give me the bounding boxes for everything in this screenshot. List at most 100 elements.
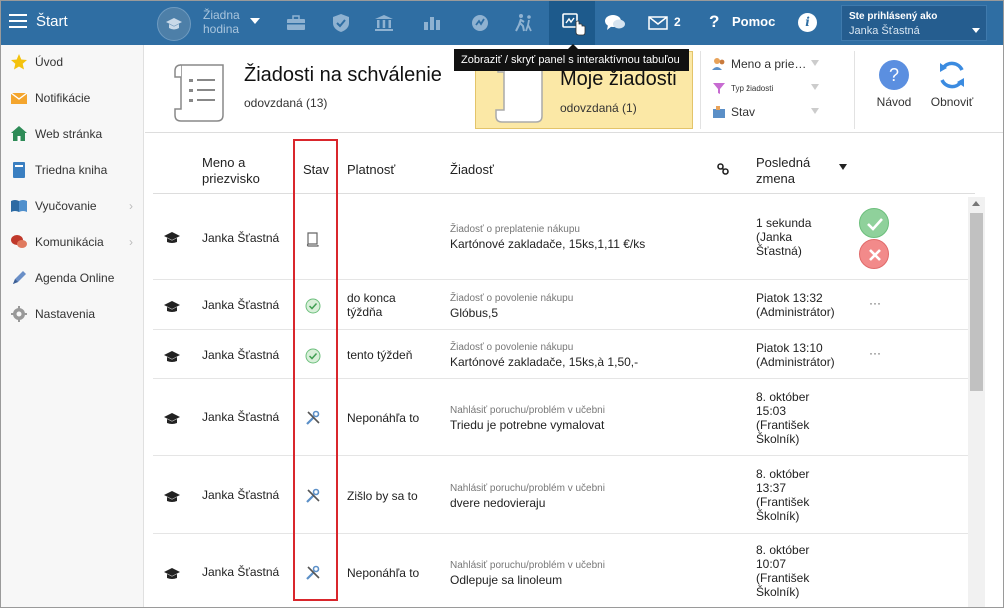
request-type: Žiadosť o povolenie nákupu — [450, 293, 574, 304]
home-icon — [11, 126, 27, 141]
header-line: Posledná — [756, 155, 811, 170]
bar-chart-icon[interactable] — [412, 1, 452, 45]
request-type: Žiadosť o preplatenie nákupu — [450, 224, 580, 235]
filter-state[interactable]: Stav — [711, 103, 851, 121]
mail-icon[interactable] — [638, 1, 678, 45]
sidebar-item-label: Triedna kniha — [35, 163, 108, 177]
sidebar-item-label: Nastavenia — [35, 307, 96, 321]
stav-column-highlight — [293, 139, 338, 601]
more-actions-button[interactable]: ··· — [869, 296, 881, 310]
last-change-line: 15:03 — [756, 404, 787, 418]
filter-type[interactable]: Typ žiadosti — [711, 79, 851, 97]
column-header-name[interactable]: Meno a priezvisko — [202, 155, 260, 187]
sidebar-item-triedna-kniha[interactable]: Triedna kniha — [1, 153, 143, 189]
last-change-line: 10:07 — [756, 557, 787, 571]
request-type: Žiadosť o povolenie nákupu — [450, 342, 574, 353]
filter-label: Typ žiadosti — [731, 84, 774, 93]
last-change-line: (František — [756, 495, 810, 509]
menu-icon[interactable] — [9, 14, 27, 28]
filter-name[interactable]: Meno a prie… — [711, 55, 851, 73]
filter-panel: Meno a prie… Typ žiadosti Stav — [700, 51, 855, 129]
validity: Neponáhľa to — [347, 411, 420, 425]
help-icon[interactable]: ? — [709, 12, 719, 32]
help-button[interactable]: Pomoc — [732, 14, 775, 29]
scroll-up-icon[interactable] — [972, 201, 980, 206]
help-icon: ? — [879, 60, 909, 90]
last-change-line: Školník) — [756, 585, 800, 599]
sidebar-item-uvod[interactable]: Úvod — [1, 45, 143, 81]
pen-icon — [13, 271, 26, 284]
approve-button[interactable] — [859, 208, 889, 238]
requester-name: Janka Šťastná — [202, 488, 280, 502]
chat-icon[interactable] — [595, 1, 635, 45]
bank-icon[interactable] — [364, 1, 404, 45]
validity: do konca týždňa — [347, 291, 396, 319]
requester-name: Janka Šťastná — [202, 298, 280, 312]
request-type: Nahlásiť poruchu/problém v učebni — [450, 560, 605, 571]
sidebar-item-web-stranka[interactable]: Web stránka — [1, 117, 143, 153]
scrollbar-thumb[interactable] — [970, 213, 983, 391]
request-description: Triedu je potrebne vymalovat — [450, 418, 605, 432]
chevron-down-icon — [811, 108, 819, 114]
table-row[interactable]: Janka Šťastná Zišlo by sa to Nahlásiť po… — [153, 457, 975, 534]
navod-button[interactable]: ? Návod — [864, 57, 924, 117]
requester-name: Janka Šťastná — [202, 348, 280, 362]
table-row[interactable]: Janka Šťastná Neponáhľa to Nahlásiť poru… — [153, 380, 975, 456]
sidebar-item-label: Vyučovanie — [35, 199, 97, 213]
badge-icon[interactable] — [460, 1, 500, 45]
graduation-cap-icon — [157, 7, 191, 41]
navod-label: Návod — [876, 95, 912, 109]
sort-desc-icon[interactable] — [839, 164, 847, 170]
sidebar-item-komunikacia[interactable]: Komunikácia › — [1, 225, 143, 261]
sidebar: Úvod Notifikácie Web stránka Triedna kni… — [1, 45, 144, 607]
sidebar-item-label: Notifikácie — [35, 91, 91, 105]
column-header-ziadost[interactable]: Žiadosť — [450, 162, 494, 178]
request-description: Odlepuje sa linoleum — [450, 573, 563, 587]
state-icon — [713, 106, 725, 118]
briefcase-icon[interactable] — [276, 1, 316, 45]
table-row[interactable]: Janka Šťastná Žiadosť o preplatenie náku… — [153, 194, 975, 280]
last-change-line: 13:37 — [756, 481, 787, 495]
check-icon — [867, 218, 883, 231]
user-menu[interactable]: Ste prihlásený ako Janka Šťastná — [841, 5, 987, 41]
start-label[interactable]: Štart — [36, 13, 68, 30]
shield-icon[interactable] — [321, 1, 361, 45]
interactive-panel-icon[interactable] — [549, 1, 595, 45]
column-header-platnost[interactable]: Platnosť — [347, 162, 395, 178]
request-description: Kartónové zakladače, 15ks,1,11 €/ks — [450, 237, 646, 251]
sidebar-item-agenda-online[interactable]: Agenda Online — [1, 261, 143, 297]
request-description: dvere nedovieraju — [450, 496, 546, 510]
tab-ziadosti-na-schvalenie[interactable]: Žiadosti na schválenie odovzdaná (13) — [145, 45, 465, 133]
sidebar-item-label: Komunikácia — [35, 235, 104, 249]
signed-in-label: Ste prihlásený ako — [849, 11, 938, 22]
tab-count: odovzdaná (13) — [244, 96, 328, 110]
more-actions-button[interactable]: ··· — [869, 346, 881, 360]
envelope-icon — [10, 92, 28, 104]
column-header-last-change[interactable]: Posledná zmena — [756, 155, 810, 187]
table-row[interactable]: Janka Šťastná Neponáhľa to Nahlásiť poru… — [153, 535, 975, 607]
obnovit-button[interactable]: Obnoviť — [922, 57, 982, 117]
reject-button[interactable] — [859, 239, 889, 269]
last-change: Piatok 13:10 (Administrátor) — [756, 341, 835, 369]
validity: Zišlo by sa to — [347, 489, 418, 503]
table-row[interactable]: Janka Šťastná tento týždeň Žiadosť o pov… — [153, 331, 975, 379]
tooltip: Zobraziť / skryť panel s interaktívnou t… — [454, 49, 689, 71]
users-icon — [712, 58, 725, 70]
link-icon[interactable] — [717, 163, 729, 175]
walking-icon[interactable] — [504, 1, 544, 45]
top-bar: Štart Žiadna hodina 2 ? Pomoc i Ste prih… — [1, 1, 1003, 45]
sidebar-item-notifikacie[interactable]: Notifikácie — [1, 81, 143, 117]
graduation-cap-icon — [164, 491, 180, 502]
requester-name: Janka Šťastná — [202, 565, 280, 579]
chevron-down-icon — [250, 18, 260, 24]
table-row[interactable]: Janka Šťastná do konca týždňa Žiadosť o … — [153, 281, 975, 330]
lesson-selector[interactable]: Žiadna hodina — [157, 5, 265, 41]
mail-count-badge: 2 — [674, 15, 681, 29]
chevron-down-icon — [972, 28, 980, 33]
info-icon[interactable]: i — [798, 13, 817, 32]
user-name: Janka Šťastná — [849, 25, 920, 37]
sidebar-item-vyucovanie[interactable]: Vyučovanie › — [1, 189, 143, 225]
last-change-line: (Administrátor) — [756, 305, 835, 319]
sidebar-item-nastavenia[interactable]: Nastavenia — [1, 297, 143, 333]
refresh-icon — [940, 61, 964, 89]
